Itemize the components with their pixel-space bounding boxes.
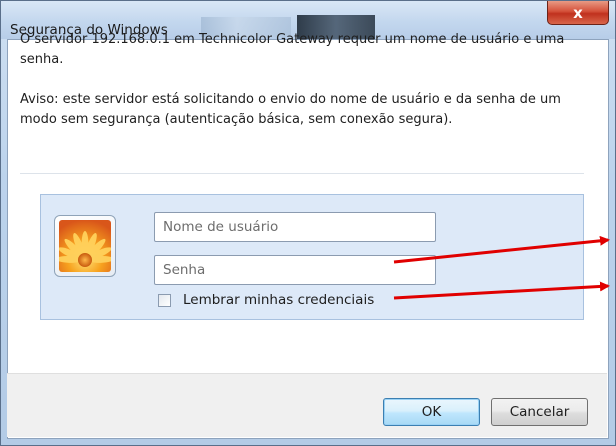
cancel-button-label: Cancelar (509, 404, 570, 420)
message-area: O servidor 192.168.0.1 em Technicolor Ga… (20, 30, 580, 150)
ok-button[interactable]: OK (383, 398, 480, 426)
ok-button-label: OK (421, 404, 442, 420)
separator-line (20, 173, 584, 174)
flower-user-icon (59, 220, 111, 272)
username-input[interactable] (154, 212, 436, 242)
close-icon: x (573, 3, 583, 22)
remember-label: Lembrar minhas credenciais (183, 292, 375, 308)
cancel-button[interactable]: Cancelar (491, 398, 588, 426)
password-input[interactable] (154, 255, 436, 285)
close-button[interactable]: x (547, 1, 609, 25)
remember-checkbox[interactable] (158, 293, 171, 307)
security-warning: Aviso: este servidor está solicitando o … (20, 92, 561, 127)
server-message: O servidor 192.168.0.1 em Technicolor Ga… (20, 32, 565, 67)
remember-credentials[interactable]: Lembrar minhas credenciais (158, 292, 374, 308)
user-tile (54, 215, 116, 277)
